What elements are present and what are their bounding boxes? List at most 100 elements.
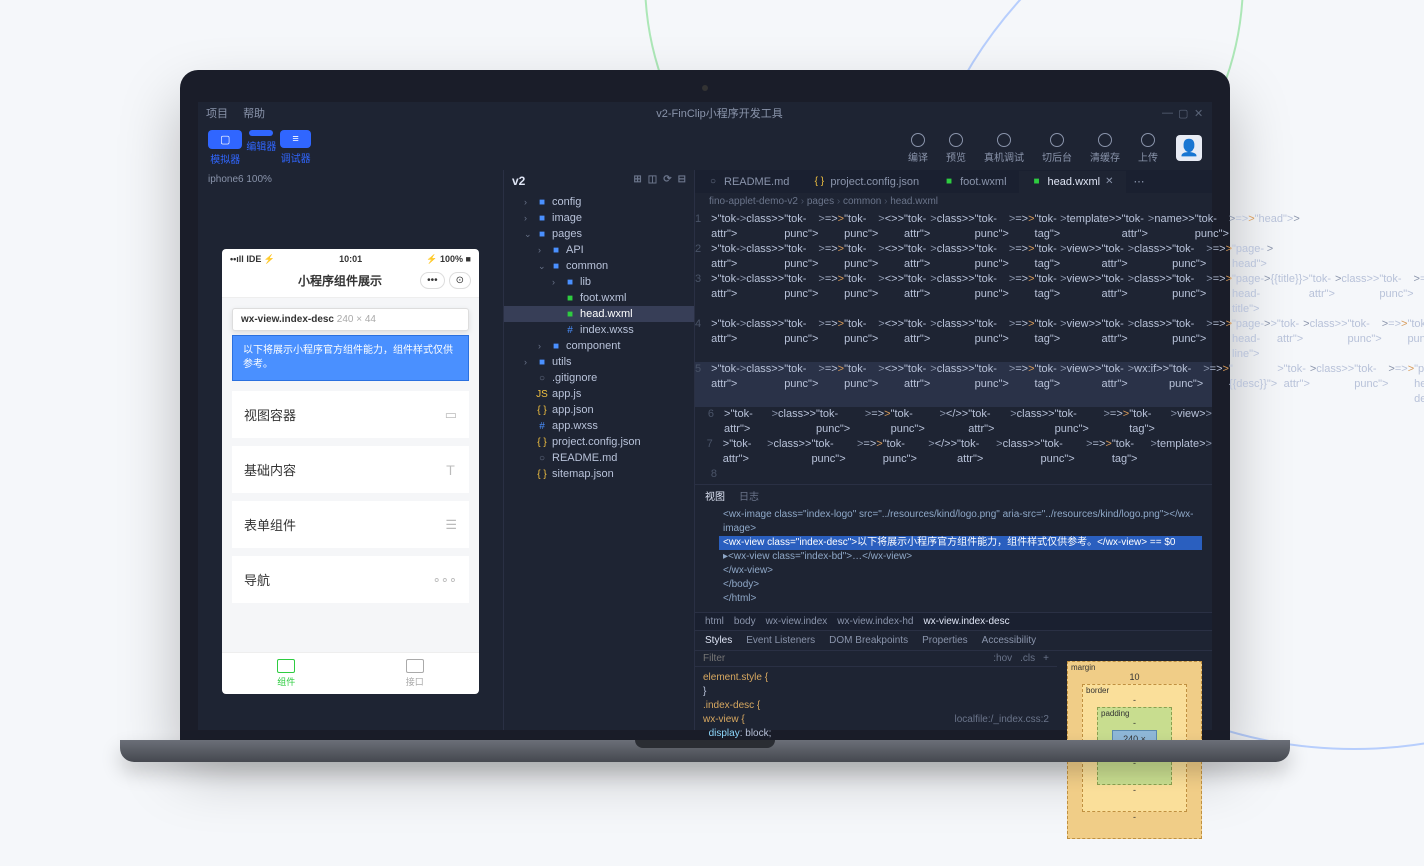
filter-opt[interactable]: :hov <box>993 653 1012 664</box>
tree-item-index.wxss[interactable]: #index.wxss <box>504 322 694 338</box>
css-rules[interactable]: element.style {}.index-desc {</span></di… <box>695 667 1057 804</box>
devtools-tab-DOM Breakpoints[interactable]: DOM Breakpoints <box>829 635 908 646</box>
devtools-mode-日志[interactable]: 日志 <box>739 488 759 503</box>
action-编译-button[interactable]: 编译 <box>908 133 928 164</box>
filter-opt[interactable]: + <box>1043 653 1049 664</box>
simulator-device-status: iphone6 100% <box>198 170 503 189</box>
topbar: ▢模拟器编辑器≡调试器 编译预览真机调试切后台清缓存上传👤 <box>198 124 1212 170</box>
dom-node[interactable]: ▸<wx-view class="index-bd">…</wx-view> <box>719 550 1202 564</box>
tree-item-API[interactable]: ›■API <box>504 242 694 258</box>
phone-page-title: 小程序组件展示 <box>260 272 420 289</box>
dom-crumb[interactable]: html <box>705 616 724 627</box>
dom-tree[interactable]: <wx-image class="index-logo" src="../res… <box>695 506 1212 612</box>
tabbar-接口[interactable]: 接口 <box>351 653 480 694</box>
editor-tab-project.config.json[interactable]: { }project.config.json <box>801 171 931 193</box>
tree-item-project.config.json[interactable]: { }project.config.json <box>504 434 694 450</box>
list-item[interactable]: 表单组件☰ <box>232 501 469 548</box>
action-切后台-button[interactable]: 切后台 <box>1042 133 1072 164</box>
action-清缓存-button[interactable]: 清缓存 <box>1090 133 1120 164</box>
dom-node[interactable]: <wx-view class="index-desc">以下将展示小程序官方组件… <box>719 536 1202 550</box>
editor-tab-README.md[interactable]: ○README.md <box>695 171 801 193</box>
menu-help[interactable]: 帮助 <box>243 108 265 120</box>
mode-调试器-button[interactable]: ≡ <box>280 130 310 148</box>
breadcrumb-segment[interactable]: common <box>843 196 890 207</box>
list-item[interactable]: 视图容器▭ <box>232 391 469 438</box>
editor-tab-head.wxml[interactable]: ■head.wxml✕ <box>1019 171 1126 193</box>
tree-item-app.js[interactable]: JSapp.js <box>504 386 694 402</box>
new-file-icon[interactable]: ⊞ <box>633 174 641 188</box>
tree-item-common[interactable]: ⌄■common <box>504 258 694 274</box>
file-explorer: v2 ⊞ ◫ ⟳ ⊟ ›■config›■image⌄■pages›■API⌄■… <box>503 170 695 730</box>
close-icon[interactable]: ✕ <box>1105 176 1113 187</box>
breadcrumb-segment[interactable]: pages <box>807 196 843 207</box>
dom-node[interactable]: <wx-image class="index-logo" src="../res… <box>719 508 1202 536</box>
filter-opt[interactable]: .cls <box>1020 653 1035 664</box>
menu-project[interactable]: 项目 <box>206 108 228 120</box>
tree-item-foot.wxml[interactable]: ■foot.wxml <box>504 290 694 306</box>
tree-item-sitemap.json[interactable]: { }sitemap.json <box>504 466 694 482</box>
dom-breadcrumb[interactable]: html body wx-view.index wx-view.index-hd wx-… <box>695 612 1212 631</box>
tree-item-head.wxml[interactable]: ■head.wxml <box>504 306 694 322</box>
mode-label: 调试器 <box>281 150 311 165</box>
window-title: v2-FinClip小程序开发工具 <box>656 105 783 121</box>
tree-item-.gitignore[interactable]: ○.gitignore <box>504 370 694 386</box>
dom-node[interactable]: </wx-view> <box>719 564 1202 578</box>
dom-crumb[interactable]: body <box>734 616 756 627</box>
tree-item-utils[interactable]: ›■utils <box>504 354 694 370</box>
tabs-more-icon[interactable]: ⋯ <box>1126 170 1153 193</box>
dom-node[interactable]: </html> <box>719 592 1202 606</box>
devtools-mode-视图[interactable]: 视图 <box>705 488 725 503</box>
action-真机调试-button[interactable]: 真机调试 <box>984 133 1024 164</box>
dom-crumb[interactable]: wx-view.index-hd <box>837 616 913 627</box>
dom-node[interactable]: </body> <box>719 578 1202 592</box>
tree-item-pages[interactable]: ⌄■pages <box>504 226 694 242</box>
editor-area: ○README.md{ }project.config.json■foot.wx… <box>695 170 1212 730</box>
dom-crumb[interactable]: wx-view.index-desc <box>923 616 1009 627</box>
signal-label: ••ıll IDE ⚡ <box>230 254 275 265</box>
editor-tabs: ○README.md{ }project.config.json■foot.wx… <box>695 170 1212 193</box>
devtools-tab-Properties[interactable]: Properties <box>922 635 968 646</box>
collapse-icon[interactable]: ⊟ <box>678 174 686 188</box>
styles-filter-input[interactable] <box>703 653 993 664</box>
action-icon <box>949 133 963 147</box>
list-item[interactable]: 基础内容Ｔ <box>232 446 469 493</box>
window-minimize-icon[interactable]: — <box>1162 107 1172 120</box>
laptop-frame: 项目 帮助 v2-FinClip小程序开发工具 — ▢ ✕ ▢模拟器编辑器≡调试… <box>180 70 1230 762</box>
inspector-tooltip: wx-view.index-desc 240 × 44 <box>232 308 469 331</box>
simulator-panel: iphone6 100% ••ıll IDE ⚡ 10:01 ⚡ 100% ■ … <box>198 170 503 730</box>
editor-tab-foot.wxml[interactable]: ■foot.wxml <box>931 171 1018 193</box>
mode-编辑器-button[interactable] <box>249 130 273 136</box>
tree-item-image[interactable]: ›■image <box>504 210 694 226</box>
devtools-tab-Accessibility[interactable]: Accessibility <box>982 635 1036 646</box>
dom-crumb[interactable]: wx-view.index <box>766 616 828 627</box>
box-model: margin 10 border - padding - 240 × 4 <box>1057 651 1212 804</box>
avatar[interactable]: 👤 <box>1176 135 1202 161</box>
tree-item-app.wxss[interactable]: #app.wxss <box>504 418 694 434</box>
new-folder-icon[interactable]: ◫ <box>648 174 657 188</box>
tree-item-app.json[interactable]: { }app.json <box>504 402 694 418</box>
mode-模拟器-button[interactable]: ▢ <box>208 130 242 149</box>
camera-dot <box>702 85 708 91</box>
explorer-root[interactable]: v2 <box>512 174 525 188</box>
phone-statusbar: ••ıll IDE ⚡ 10:01 ⚡ 100% ■ <box>222 249 479 268</box>
action-预览-button[interactable]: 预览 <box>946 133 966 164</box>
action-上传-button[interactable]: 上传 <box>1138 133 1158 164</box>
devtools-tab-Styles[interactable]: Styles <box>705 635 732 646</box>
action-icon <box>911 133 925 147</box>
tabbar-组件[interactable]: 组件 <box>222 653 351 694</box>
window-maximize-icon[interactable]: ▢ <box>1178 107 1188 120</box>
highlighted-element[interactable]: 以下将展示小程序官方组件能力，组件样式仅供参考。 <box>232 335 469 381</box>
breadcrumb-segment[interactable]: head.wxml <box>890 196 938 207</box>
tree-item-component[interactable]: ›■component <box>504 338 694 354</box>
tree-item-config[interactable]: ›■config <box>504 194 694 210</box>
refresh-icon[interactable]: ⟳ <box>663 174 671 188</box>
breadcrumb-segment[interactable]: fino-applet-demo-v2 <box>709 196 807 207</box>
devtools-tab-Event Listeners[interactable]: Event Listeners <box>746 635 815 646</box>
code-editor[interactable]: 1>"tok-attr">>class>>"tok-punc">>=>>"tok… <box>695 210 1212 484</box>
window-close-icon[interactable]: ✕ <box>1194 107 1204 120</box>
tree-item-lib[interactable]: ›■lib <box>504 274 694 290</box>
list-item[interactable]: 导航∘∘∘ <box>232 556 469 603</box>
capsule-more-icon[interactable]: ••• <box>420 272 445 289</box>
capsule-close-icon[interactable]: ⊙ <box>449 272 471 289</box>
tree-item-README.md[interactable]: ○README.md <box>504 450 694 466</box>
